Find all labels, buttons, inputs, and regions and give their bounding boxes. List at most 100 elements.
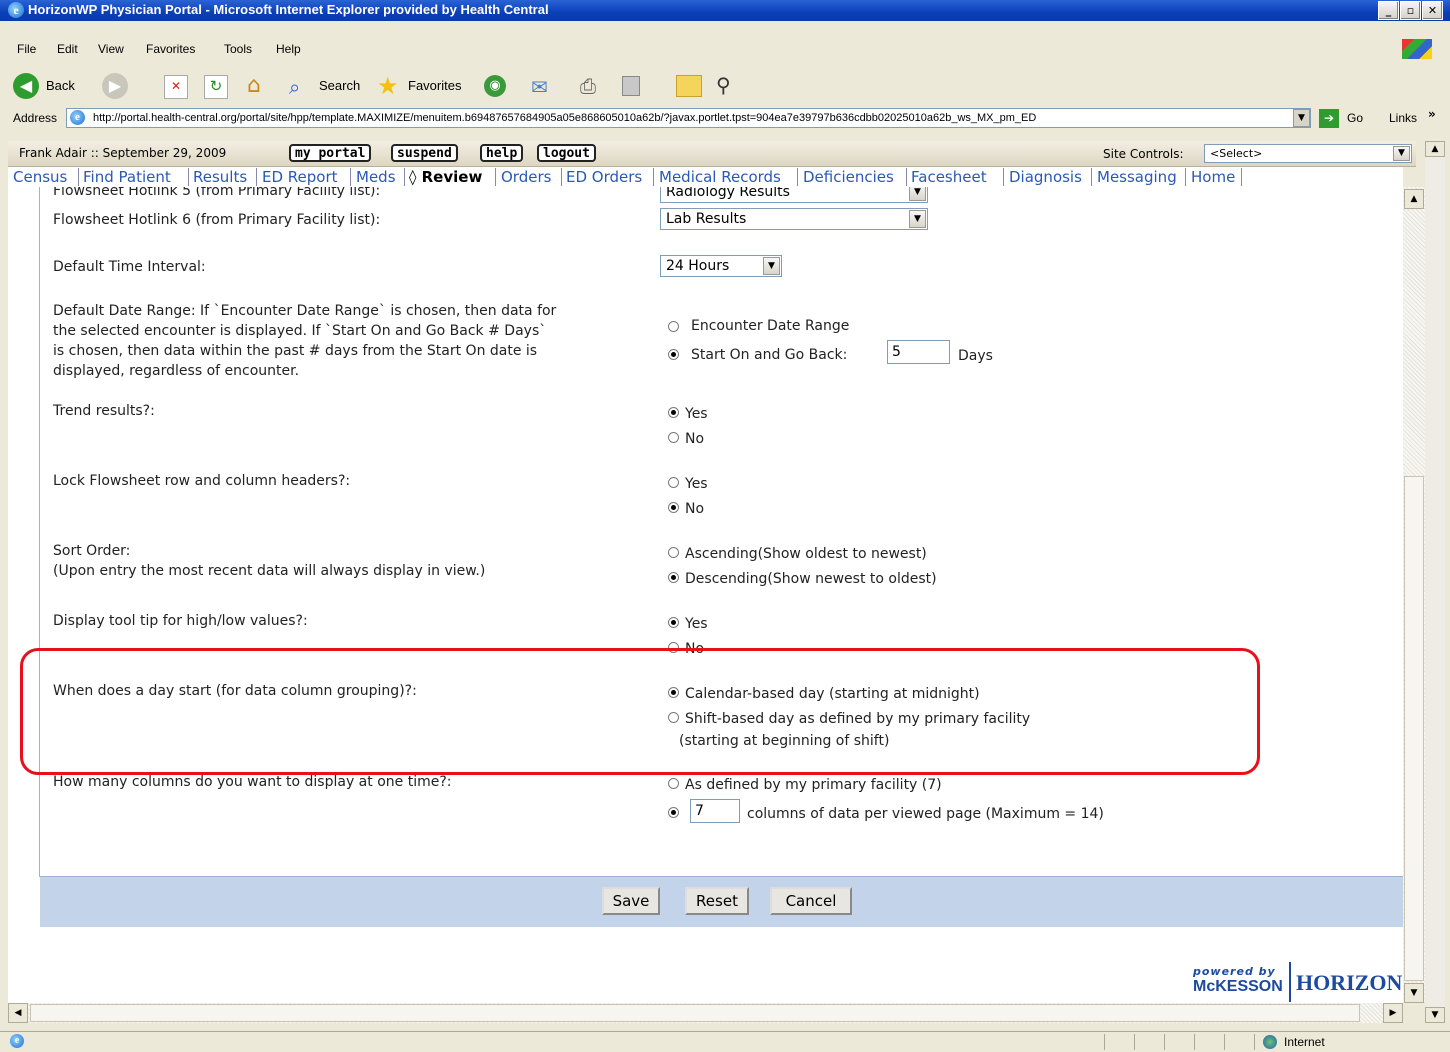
encounter-range-radio[interactable] [668, 321, 679, 332]
tab-ed-orders[interactable]: ED Orders [566, 168, 642, 186]
lock-no-radio[interactable] [668, 502, 679, 513]
sort-desc-radio[interactable] [668, 572, 679, 583]
status-divider [1254, 1034, 1255, 1050]
help-button[interactable]: help [480, 144, 524, 162]
address-dropdown-arrow-icon[interactable]: ▼ [1293, 109, 1310, 127]
site-controls-select[interactable]: <Select> ▼ [1204, 144, 1412, 163]
go-arrow-icon[interactable]: ➔ [1319, 109, 1339, 128]
site-controls-label: Site Controls: [1103, 147, 1184, 161]
date-range-label-1: Default Date Range: If `Encounter Date R… [53, 303, 557, 319]
columns-default-label: As defined by my primary facility (7) [685, 777, 942, 793]
close-button[interactable]: ✕ [1422, 1, 1443, 20]
search-icon[interactable]: ⌕ [289, 75, 313, 99]
user-date-label: Frank Adair :: September 29, 2009 [19, 146, 227, 160]
windows-logo-icon [1402, 39, 1432, 59]
powered-by-label: powered by [1193, 965, 1276, 978]
media-icon[interactable]: ◉ [484, 75, 506, 97]
status-bar: e Internet [0, 1031, 1450, 1052]
date-range-label-3: is chosen, then data within the past # d… [53, 343, 538, 359]
folder-icon[interactable] [676, 75, 702, 97]
sort-asc-radio[interactable] [668, 547, 679, 558]
time-interval-select[interactable]: 24 Hours ▼ [660, 255, 782, 277]
time-interval-label: Default Time Interval: [53, 259, 206, 275]
ie-logo-icon: e [8, 2, 24, 18]
stop-icon[interactable]: ✕ [164, 75, 188, 99]
tab-find-patient[interactable]: Find Patient [83, 168, 171, 186]
menu-favorites[interactable]: Favorites [146, 42, 195, 56]
outer-vertical-scrollbar[interactable] [1425, 157, 1445, 1017]
menu-view[interactable]: View [98, 42, 124, 56]
outer-scroll-up-icon[interactable]: ▲ [1425, 141, 1445, 157]
lock-yes-radio[interactable] [668, 477, 679, 488]
menu-edit[interactable]: Edit [57, 42, 78, 56]
hotlink6-value: Lab Results [666, 211, 747, 227]
columns-default-radio[interactable] [668, 778, 679, 789]
sort-note: (Upon entry the most recent data will al… [53, 563, 486, 579]
favorites-star-icon[interactable]: ★ [377, 72, 399, 100]
trend-yes-radio[interactable] [668, 407, 679, 418]
refresh-icon[interactable]: ↻ [204, 75, 228, 99]
menu-file[interactable]: File [17, 42, 36, 56]
tab-results[interactable]: Results [193, 168, 247, 186]
menu-tools[interactable]: Tools [224, 42, 252, 56]
research-icon[interactable]: ⚲ [716, 73, 731, 97]
edit-icon[interactable] [622, 76, 640, 96]
address-input[interactable]: http://portal.health-central.org/portal/… [66, 108, 1311, 128]
hotlink5-label: Flowsheet Hotlink 5 (from Primary Facili… [53, 187, 381, 199]
scroll-thumb[interactable] [1404, 476, 1424, 981]
back-arrow-icon[interactable]: ◀ [13, 73, 39, 99]
hotlink5-select[interactable]: Radiology Results ▼ [660, 187, 928, 203]
tab-ed-report[interactable]: ED Report [262, 168, 338, 186]
mail-icon[interactable]: ✉ [531, 75, 548, 99]
favorites-label[interactable]: Favorites [408, 78, 461, 93]
home-icon[interactable]: ⌂ [241, 74, 267, 98]
menu-help[interactable]: Help [276, 42, 301, 56]
chevron-down-icon: ▼ [1393, 146, 1410, 161]
columns-input[interactable]: 7 [690, 799, 740, 823]
horizontal-scroll-thumb[interactable] [30, 1004, 1360, 1022]
tab-medical-records[interactable]: Medical Records [659, 168, 781, 186]
status-divider [1164, 1034, 1165, 1050]
status-page-icon: e [10, 1034, 24, 1048]
forward-arrow-icon[interactable]: ▶ [102, 73, 128, 99]
cancel-button[interactable]: Cancel [770, 887, 852, 915]
maximize-button[interactable]: ▫ [1400, 1, 1421, 20]
links-button[interactable]: Links [1389, 111, 1417, 125]
reset-button[interactable]: Reset [685, 887, 749, 915]
tab-messaging[interactable]: Messaging [1097, 168, 1177, 186]
trend-no-radio[interactable] [668, 432, 679, 443]
zone-label: Internet [1284, 1035, 1325, 1049]
outer-scroll-down-icon[interactable]: ▼ [1425, 1007, 1445, 1023]
tooltip-yes-label: Yes [685, 616, 708, 632]
tab-orders[interactable]: Orders [501, 168, 551, 186]
suspend-button[interactable]: suspend [391, 144, 458, 162]
back-label[interactable]: Back [46, 78, 75, 93]
tab-home[interactable]: Home [1191, 168, 1235, 186]
links-expand-icon[interactable]: » [1428, 107, 1436, 121]
my-portal-button[interactable]: my portal [289, 144, 372, 162]
tooltip-yes-radio[interactable] [668, 617, 679, 628]
print-icon[interactable]: ⎙ [580, 74, 596, 98]
tab-census[interactable]: Census [13, 168, 67, 186]
start-on-radio[interactable] [668, 349, 679, 360]
logout-button[interactable]: logout [537, 144, 596, 162]
scroll-right-icon[interactable]: ▶ [1383, 1003, 1403, 1023]
scroll-up-icon[interactable]: ▲ [1404, 189, 1424, 209]
tab-review[interactable]: ◊ Review [409, 168, 482, 186]
columns-label: How many columns do you want to display … [53, 774, 452, 790]
go-button[interactable]: Go [1347, 111, 1363, 125]
search-label[interactable]: Search [319, 78, 360, 93]
columns-custom-radio[interactable] [668, 807, 679, 818]
tab-diagnosis[interactable]: Diagnosis [1009, 168, 1082, 186]
tab-facesheet[interactable]: Facesheet [911, 168, 987, 186]
frame-strip [0, 21, 1450, 38]
minimize-button[interactable]: _ [1378, 1, 1399, 20]
hotlink6-select[interactable]: Lab Results ▼ [660, 208, 928, 230]
days-input[interactable]: 5 [887, 340, 950, 364]
scroll-left-icon[interactable]: ◀ [8, 1003, 28, 1023]
tab-meds[interactable]: Meds [356, 168, 396, 186]
save-button[interactable]: Save [602, 887, 660, 915]
tab-deficiencies[interactable]: Deficiencies [803, 168, 894, 186]
mckesson-logo: McKESSON [1193, 978, 1283, 995]
scroll-down-icon[interactable]: ▼ [1404, 983, 1424, 1003]
